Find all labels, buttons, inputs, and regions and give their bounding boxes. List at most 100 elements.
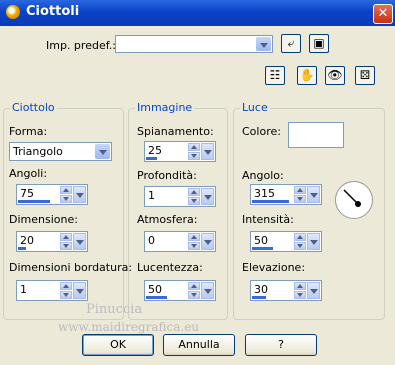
spin-up-icon[interactable] bbox=[188, 233, 200, 241]
spin-up-icon[interactable] bbox=[188, 188, 200, 196]
elevazione-value: 30 bbox=[254, 283, 268, 296]
chevron-down-icon[interactable] bbox=[256, 37, 271, 51]
bordatura-spinner[interactable]: 1 bbox=[16, 280, 88, 301]
spin-down-icon[interactable] bbox=[60, 195, 72, 203]
intensita-value: 50 bbox=[254, 234, 268, 247]
dimensione-label: Dimensione: bbox=[9, 213, 78, 226]
atmosfera-spinner[interactable]: 0 bbox=[144, 231, 216, 252]
spin-down-icon[interactable] bbox=[294, 291, 306, 299]
chevron-down-icon[interactable] bbox=[201, 143, 214, 160]
lucentezza-level-bar bbox=[146, 296, 167, 299]
calculator-icon: ☷ bbox=[269, 68, 281, 82]
save-icon: ▣ bbox=[313, 36, 325, 50]
angolo-level-bar bbox=[252, 200, 289, 203]
angoli-label: Angoli: bbox=[9, 167, 48, 180]
spin-up-icon[interactable] bbox=[60, 186, 72, 194]
atmosfera-value: 0 bbox=[148, 234, 155, 247]
spin-down-icon[interactable] bbox=[188, 242, 200, 250]
spin-up-icon[interactable] bbox=[60, 282, 72, 290]
spin-up-icon[interactable] bbox=[294, 186, 306, 194]
spianamento-label: Spianamento: bbox=[137, 125, 214, 138]
spin-up-icon[interactable] bbox=[294, 233, 306, 241]
spianamento-value: 25 bbox=[148, 144, 162, 157]
app-icon bbox=[6, 5, 20, 19]
intensita-label: Intensità: bbox=[242, 213, 294, 226]
proof-toggle-button[interactable]: ✋ bbox=[297, 66, 317, 85]
spin-down-icon[interactable] bbox=[60, 242, 72, 250]
dial-needle-icon bbox=[343, 189, 361, 207]
close-button[interactable]: ✕ bbox=[373, 4, 393, 24]
chevron-down-icon[interactable] bbox=[307, 282, 320, 299]
spianamento-level-bar bbox=[146, 157, 157, 160]
group-ciottolo-title: Ciottolo bbox=[10, 101, 57, 114]
lucentezza-value: 50 bbox=[148, 283, 162, 296]
title-bar: Ciottoli ✕ bbox=[0, 0, 395, 26]
save-preset-button[interactable]: ▣ bbox=[309, 34, 329, 53]
help-button[interactable]: ? bbox=[245, 334, 317, 356]
angoli-spinner[interactable]: 75 bbox=[16, 184, 88, 205]
profondita-spinner[interactable]: 1 bbox=[144, 186, 216, 207]
dimensione-spinner[interactable]: 20 bbox=[16, 231, 88, 252]
color-swatch[interactable] bbox=[288, 122, 344, 148]
chevron-down-icon[interactable] bbox=[201, 282, 214, 299]
window-title: Ciottoli bbox=[26, 4, 80, 19]
chevron-down-icon[interactable] bbox=[201, 188, 214, 205]
preview-button[interactable]: 👁 bbox=[325, 66, 345, 85]
ok-button[interactable]: OK bbox=[82, 334, 154, 356]
spin-up-icon[interactable] bbox=[60, 233, 72, 241]
elevazione-spinner[interactable]: 30 bbox=[250, 280, 322, 301]
chevron-down-icon[interactable] bbox=[73, 186, 86, 203]
dice-icon: ⚄ bbox=[359, 68, 371, 82]
forma-select[interactable]: Triangolo bbox=[9, 142, 112, 161]
intensita-level-bar bbox=[252, 247, 273, 250]
preset-label: Imp. predef.: bbox=[46, 39, 116, 52]
profondita-value: 1 bbox=[148, 189, 155, 202]
atmosfera-label: Atmosfera: bbox=[137, 213, 198, 226]
reset-icon: ⤶ bbox=[287, 36, 295, 50]
preset-combo[interactable] bbox=[115, 35, 273, 53]
spin-down-icon[interactable] bbox=[294, 195, 306, 203]
spin-down-icon[interactable] bbox=[294, 242, 306, 250]
chevron-down-icon[interactable] bbox=[95, 144, 110, 159]
randomize-button[interactable]: ⚄ bbox=[355, 66, 375, 85]
angolo-label: Angolo: bbox=[242, 169, 284, 182]
reset-button[interactable]: ⤶ bbox=[281, 34, 301, 53]
colore-label: Colore: bbox=[242, 125, 281, 138]
bordatura-value: 1 bbox=[20, 283, 27, 296]
dimensione-level-bar bbox=[18, 247, 26, 250]
spin-down-icon[interactable] bbox=[60, 291, 72, 299]
group-luce-title: Luce bbox=[240, 101, 270, 114]
profondita-label: Profondità: bbox=[137, 169, 197, 182]
group-immagine-title: Immagine bbox=[135, 101, 195, 114]
watermark-name: Pinuccia bbox=[86, 302, 143, 317]
watermark-url: www.maidiregrafica.eu bbox=[58, 320, 200, 334]
chevron-down-icon[interactable] bbox=[307, 233, 320, 250]
chevron-down-icon[interactable] bbox=[73, 282, 86, 299]
angle-dial[interactable] bbox=[335, 181, 373, 219]
lucentezza-label: Lucentezza: bbox=[137, 261, 203, 274]
forma-value: Triangolo bbox=[13, 145, 63, 158]
chevron-down-icon[interactable] bbox=[307, 186, 320, 203]
spin-up-icon[interactable] bbox=[294, 282, 306, 290]
intensita-spinner[interactable]: 50 bbox=[250, 231, 322, 252]
calculator-button[interactable]: ☷ bbox=[265, 66, 285, 85]
chevron-down-icon[interactable] bbox=[73, 233, 86, 250]
spin-up-icon[interactable] bbox=[188, 143, 200, 151]
elevazione-label: Elevazione: bbox=[242, 261, 306, 274]
cancel-button[interactable]: Annulla bbox=[163, 334, 235, 356]
angoli-level-bar bbox=[18, 200, 50, 203]
spianamento-spinner[interactable]: 25 bbox=[144, 141, 216, 162]
spin-down-icon[interactable] bbox=[188, 152, 200, 160]
angolo-spinner[interactable]: 315 bbox=[250, 184, 322, 205]
chevron-down-icon[interactable] bbox=[201, 233, 214, 250]
bordatura-label: Dimensioni bordatura: bbox=[9, 261, 133, 274]
elevazione-level-bar bbox=[252, 296, 266, 299]
spin-down-icon[interactable] bbox=[188, 291, 200, 299]
spin-down-icon[interactable] bbox=[188, 197, 200, 205]
spin-up-icon[interactable] bbox=[188, 282, 200, 290]
lucentezza-spinner[interactable]: 50 bbox=[144, 280, 216, 301]
dialog-body: Imp. predef.: ⤶ ▣ ☷ ✋ 👁 ⚄ Ciottolo Forma… bbox=[0, 26, 395, 365]
angoli-value: 75 bbox=[20, 187, 34, 200]
eye-hand-icon: ✋ bbox=[299, 68, 315, 82]
angolo-value: 315 bbox=[254, 187, 275, 200]
